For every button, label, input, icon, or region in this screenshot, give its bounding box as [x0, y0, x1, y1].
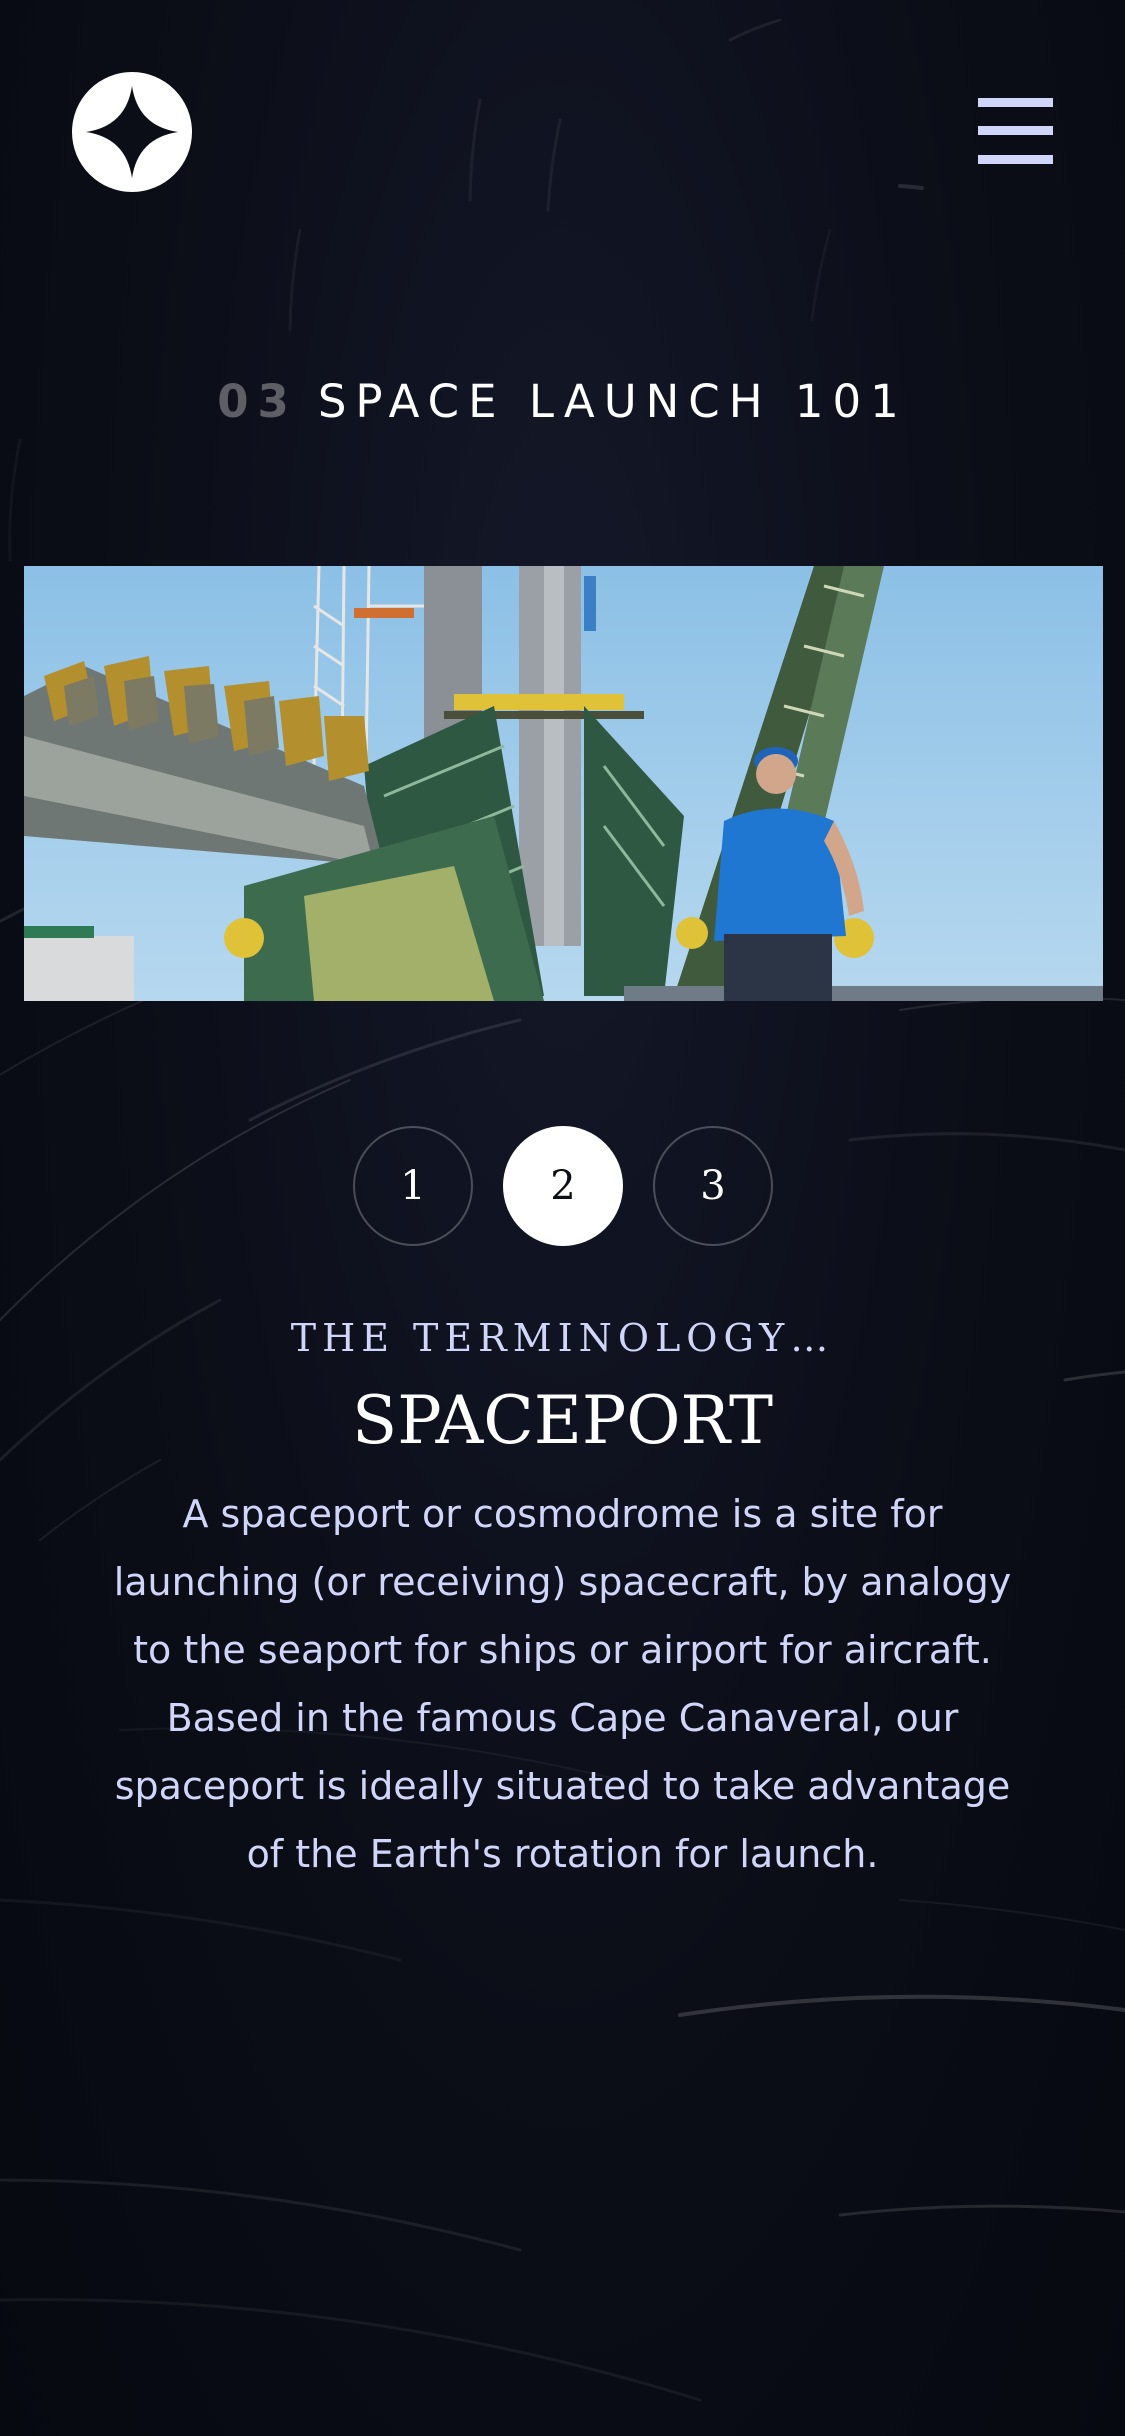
launch-pad-photo	[24, 566, 1103, 1001]
terminology-tabs: 1 2 3	[353, 1126, 773, 1248]
menu-bar	[978, 126, 1053, 135]
term-description: A spaceport or cosmodrome is a site for …	[113, 1492, 1012, 1876]
menu-bar	[978, 98, 1053, 107]
terminology-subheading: THE TERMINOLOGY…	[290, 1316, 835, 1360]
technology-page: 03 SPACE LAUNCH 101 1 2 3 THE TERMINOLOG…	[0, 0, 1125, 2436]
hamburger-menu-icon[interactable]	[978, 98, 1053, 164]
star-logo-icon[interactable]	[72, 72, 192, 192]
tab-1[interactable]: 1	[353, 1126, 473, 1246]
tab-2[interactable]: 2	[503, 1126, 623, 1246]
page-title: 03 SPACE LAUNCH 101	[0, 372, 1125, 432]
tab-3[interactable]: 3	[653, 1126, 773, 1246]
menu-bar	[978, 155, 1053, 164]
page-title-text: SPACE LAUNCH 101	[317, 375, 908, 428]
page-number: 03	[217, 375, 298, 428]
term-title: SPACEPORT	[352, 1382, 773, 1459]
